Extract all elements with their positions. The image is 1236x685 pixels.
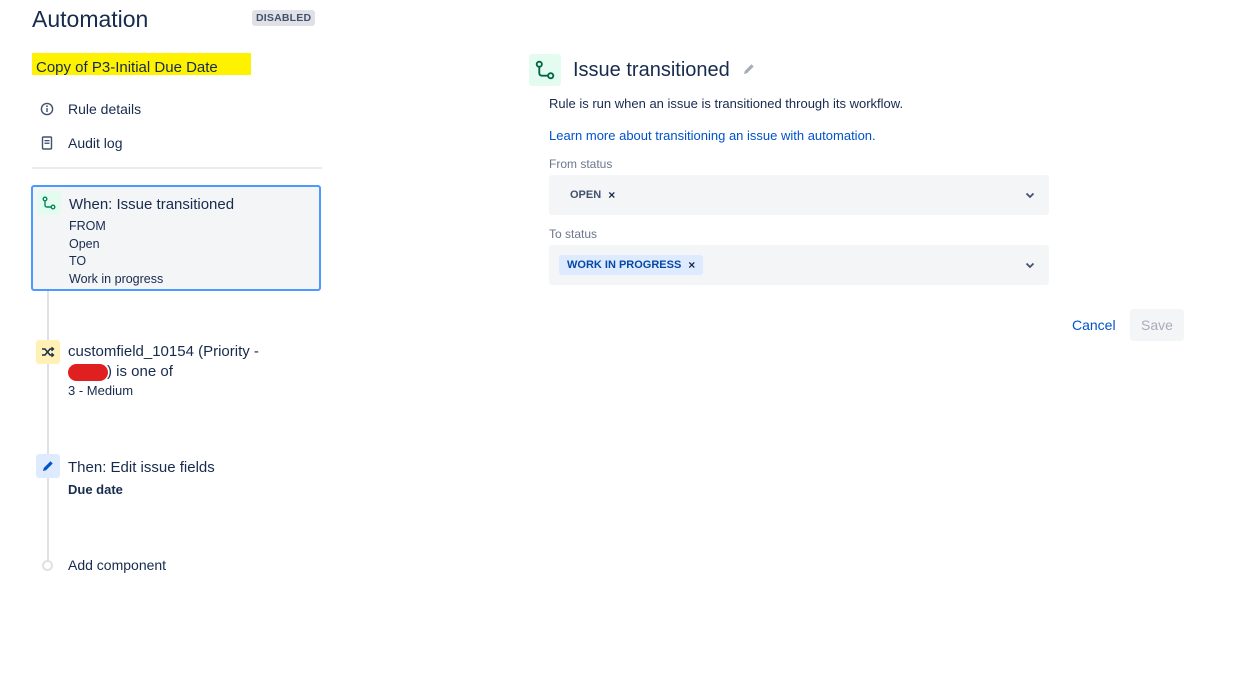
edit-pencil-icon[interactable] <box>742 62 756 76</box>
status-chip: OPEN × <box>561 185 624 205</box>
trigger-title: When: Issue transitioned <box>69 196 235 213</box>
trigger-to-label: TO <box>69 254 87 268</box>
add-component-label: Add component <box>68 557 167 573</box>
chip-label: WORK IN PROGRESS <box>567 259 682 271</box>
chevron-down-icon[interactable] <box>1023 258 1037 272</box>
detail-title: Issue transitioned <box>573 59 730 81</box>
condition-text: customfield_10154 (Priority - ) is one o… <box>68 342 298 382</box>
trigger-component-card[interactable]: When: Issue transitioned FROM Open TO Wo… <box>31 185 321 291</box>
shuffle-icon <box>36 340 60 364</box>
redaction-mark <box>68 363 108 381</box>
sidebar-item-label: Rule details <box>68 101 142 117</box>
status-badge: DISABLED <box>252 10 316 26</box>
status-chip: WORK IN PROGRESS × <box>559 255 704 275</box>
sidebar-item-rule-details[interactable]: Rule details <box>40 101 141 117</box>
sidebar-item-label: Audit log <box>68 135 123 151</box>
condition-value: 3 - Medium <box>68 383 134 398</box>
from-status-label: From status <box>549 157 613 171</box>
document-icon <box>40 136 54 150</box>
condition-text-before: customfield_10154 (Priority - <box>68 343 259 360</box>
condition-text-after: ) is one of <box>107 363 173 380</box>
chevron-down-icon[interactable] <box>1023 188 1037 202</box>
trigger-to-value: Work in progress <box>69 271 164 286</box>
pencil-icon <box>36 454 60 478</box>
transition-icon <box>529 54 561 86</box>
chip-remove-icon[interactable]: × <box>688 258 695 272</box>
learn-more-link[interactable]: Learn more about transitioning an issue … <box>549 128 876 143</box>
chip-remove-icon[interactable]: × <box>608 188 615 202</box>
to-status-label: To status <box>549 227 598 241</box>
divider <box>32 167 322 169</box>
action-title: Then: Edit issue fields <box>68 459 215 476</box>
add-component-dot-icon <box>42 559 53 571</box>
action-field: Due date <box>68 482 123 497</box>
detail-description: Rule is run when an issue is transitione… <box>549 96 904 111</box>
rule-name[interactable]: Copy of P3-Initial Due Date <box>32 53 251 76</box>
save-button[interactable]: Save <box>1130 309 1184 341</box>
cancel-button[interactable]: Cancel <box>1064 309 1124 341</box>
info-icon <box>40 102 54 116</box>
chip-label: OPEN <box>570 189 602 201</box>
to-status-select[interactable]: WORK IN PROGRESS × <box>549 245 1049 285</box>
trigger-from-value: Open <box>69 236 100 251</box>
sidebar-item-audit-log[interactable]: Audit log <box>40 135 122 151</box>
trigger-details: FROM Open TO Work in progress <box>69 218 163 288</box>
transition-icon <box>37 191 61 215</box>
from-status-select[interactable]: OPEN × <box>549 175 1049 215</box>
trigger-from-label: FROM <box>69 219 106 233</box>
page-title: Automation <box>32 6 149 32</box>
add-component-button[interactable]: Add component <box>42 557 166 573</box>
